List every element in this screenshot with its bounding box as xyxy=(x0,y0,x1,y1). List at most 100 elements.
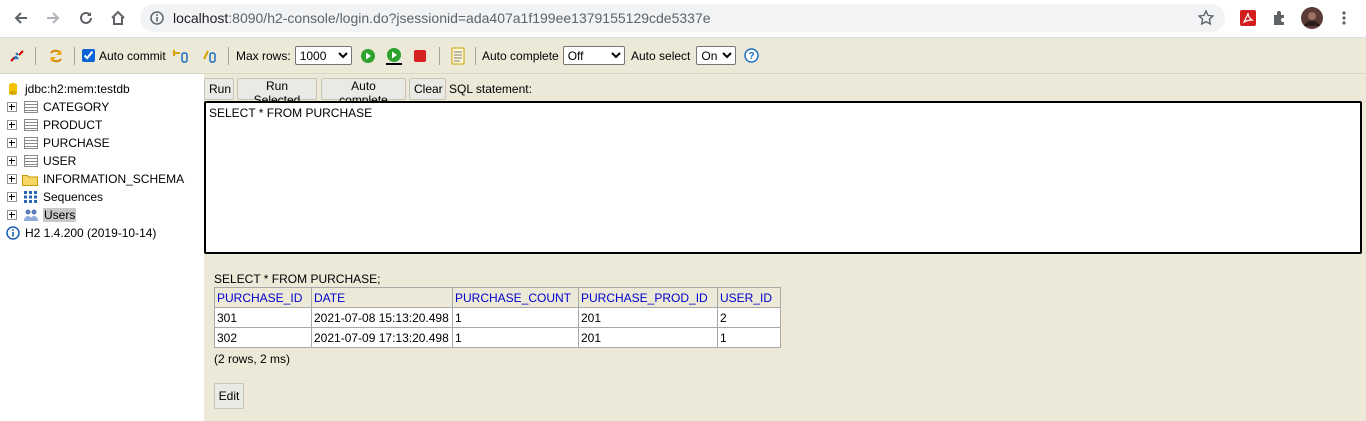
result-summary: (2 rows, 2 ms) xyxy=(214,352,291,366)
commit-icon xyxy=(203,50,216,63)
tree-item-sequences[interactable]: Sequences xyxy=(0,188,204,206)
home-button[interactable] xyxy=(106,6,130,30)
browser-menu-button[interactable] xyxy=(1334,8,1354,28)
column-header[interactable]: PURCHASE_ID xyxy=(214,287,312,308)
extensions-button[interactable] xyxy=(1270,8,1290,28)
column-header[interactable]: DATE xyxy=(311,287,453,308)
tree-item-purchase[interactable]: PURCHASE xyxy=(0,134,204,152)
auto-select-label: Auto select xyxy=(631,48,691,63)
run-button[interactable]: Run xyxy=(204,78,234,100)
info-icon xyxy=(6,226,20,240)
history-icon xyxy=(451,47,465,64)
version-label: H2 1.4.200 (2019-10-14) xyxy=(25,226,157,240)
tree-item-information-schema[interactable]: INFORMATION_SCHEMA xyxy=(0,170,204,188)
table-cell: 201 xyxy=(578,327,718,348)
expand-icon[interactable] xyxy=(7,138,17,148)
auto-select-select[interactable]: On xyxy=(696,46,737,65)
tree-item-label: PRODUCT xyxy=(43,118,103,132)
run-selected-button[interactable] xyxy=(385,38,403,73)
auto-commit-checkbox[interactable] xyxy=(82,49,95,62)
help-icon: ? xyxy=(744,48,759,63)
max-rows-label: Max rows: xyxy=(236,48,291,63)
pdf-extension-button[interactable] xyxy=(1238,8,1258,28)
sequences-icon xyxy=(24,191,37,203)
kebab-menu-icon xyxy=(1342,11,1346,25)
max-rows-control: Max rows: 1000 xyxy=(236,38,352,73)
expand-icon[interactable] xyxy=(7,210,17,220)
clear-button[interactable]: Clear xyxy=(409,78,446,100)
refresh-button[interactable] xyxy=(47,38,65,73)
connection-node[interactable]: jdbc:h2:mem:testdb xyxy=(8,80,130,98)
disconnect-icon xyxy=(10,49,24,62)
expand-icon[interactable] xyxy=(7,192,17,202)
sql-statement-label: SQL statement: xyxy=(449,82,532,96)
table-cell: 2021-07-08 15:13:20.498 xyxy=(311,307,453,328)
column-header[interactable]: PURCHASE_PROD_ID xyxy=(578,287,718,308)
avatar-icon xyxy=(1301,7,1323,29)
column-header[interactable]: PURCHASE_COUNT xyxy=(452,287,579,308)
expand-icon[interactable] xyxy=(7,120,17,130)
connection-label: jdbc:h2:mem:testdb xyxy=(25,82,130,96)
folder-icon xyxy=(22,174,38,186)
run-selected-text-button[interactable]: Run Selected xyxy=(237,78,317,107)
profile-avatar[interactable] xyxy=(1301,7,1323,29)
help-button[interactable]: ? xyxy=(744,38,759,73)
max-rows-select[interactable]: 1000 xyxy=(294,46,352,65)
browser-toolbar: localhost:8090/h2-console/login.do?jsess… xyxy=(0,0,1366,38)
reload-button[interactable] xyxy=(74,6,98,30)
table-cell: 2 xyxy=(717,307,781,328)
table-cell: 201 xyxy=(578,307,718,328)
table-cell: 1 xyxy=(452,327,579,348)
table-icon xyxy=(24,137,38,149)
tree-item-label: Users xyxy=(43,208,77,222)
auto-complete-button[interactable]: Auto complete xyxy=(321,78,406,107)
run-query-button[interactable] xyxy=(360,38,376,73)
auto-commit-toggle[interactable]: Auto commit xyxy=(82,38,166,73)
stop-button[interactable] xyxy=(413,38,427,73)
reload-icon xyxy=(80,11,92,24)
commit-button[interactable] xyxy=(201,38,219,73)
expand-icon[interactable] xyxy=(7,174,17,184)
tree-item-user[interactable]: USER xyxy=(0,152,204,170)
table-row: 301 2021-07-08 15:13:20.498 1 201 2 xyxy=(214,307,781,328)
run-selected-icon xyxy=(386,47,402,65)
table-icon xyxy=(24,155,38,167)
info-icon[interactable] xyxy=(150,11,164,25)
query-panel: Run Run Selected Auto complete Clear SQL… xyxy=(204,74,1366,261)
forward-arrow-icon xyxy=(47,12,60,24)
table-cell: 302 xyxy=(214,327,312,348)
table-row: 302 2021-07-09 17:13:20.498 1 201 1 xyxy=(214,327,781,348)
table-cell: 1 xyxy=(717,327,781,348)
auto-complete-select[interactable]: Off xyxy=(562,46,625,65)
auto-complete-control: Auto complete Off xyxy=(482,38,625,73)
tree-item-users[interactable]: Users xyxy=(0,206,204,224)
bookmark-star-icon[interactable] xyxy=(1197,9,1215,27)
rollback-icon xyxy=(173,49,188,63)
table-header-row: PURCHASE_ID DATE PURCHASE_COUNT PURCHASE… xyxy=(214,287,781,308)
sql-editor[interactable]: SELECT * FROM PURCHASE xyxy=(204,101,1362,254)
back-arrow-icon xyxy=(14,12,27,24)
h2-toolbar: Auto commit Max rows: 1000 Auto complete… xyxy=(0,38,1366,74)
history-button[interactable] xyxy=(450,38,466,73)
expand-icon[interactable] xyxy=(7,156,17,166)
url-text: localhost:8090/h2-console/login.do?jsess… xyxy=(173,10,711,26)
version-info: H2 1.4.200 (2019-10-14) xyxy=(6,224,156,242)
tree-item-product[interactable]: PRODUCT xyxy=(0,116,204,134)
back-button[interactable] xyxy=(9,6,33,30)
puzzle-icon xyxy=(1274,11,1284,25)
disconnect-button[interactable] xyxy=(8,38,26,73)
edit-button[interactable]: Edit xyxy=(214,383,244,409)
expand-icon[interactable] xyxy=(7,102,17,112)
address-bar[interactable]: localhost:8090/h2-console/login.do?jsess… xyxy=(140,4,1225,32)
auto-select-control: Auto select On xyxy=(631,38,737,73)
table-cell: 301 xyxy=(214,307,312,328)
tree-item-label: PURCHASE xyxy=(43,136,110,150)
result-statement: SELECT * FROM PURCHASE; xyxy=(214,272,381,286)
tree-item-category[interactable]: CATEGORY xyxy=(0,98,204,116)
results-table: PURCHASE_ID DATE PURCHASE_COUNT PURCHASE… xyxy=(214,287,781,348)
forward-button[interactable] xyxy=(41,6,65,30)
refresh-icon xyxy=(50,49,62,62)
table-icon xyxy=(24,101,38,113)
rollback-button[interactable] xyxy=(171,38,191,73)
column-header[interactable]: USER_ID xyxy=(717,287,781,308)
